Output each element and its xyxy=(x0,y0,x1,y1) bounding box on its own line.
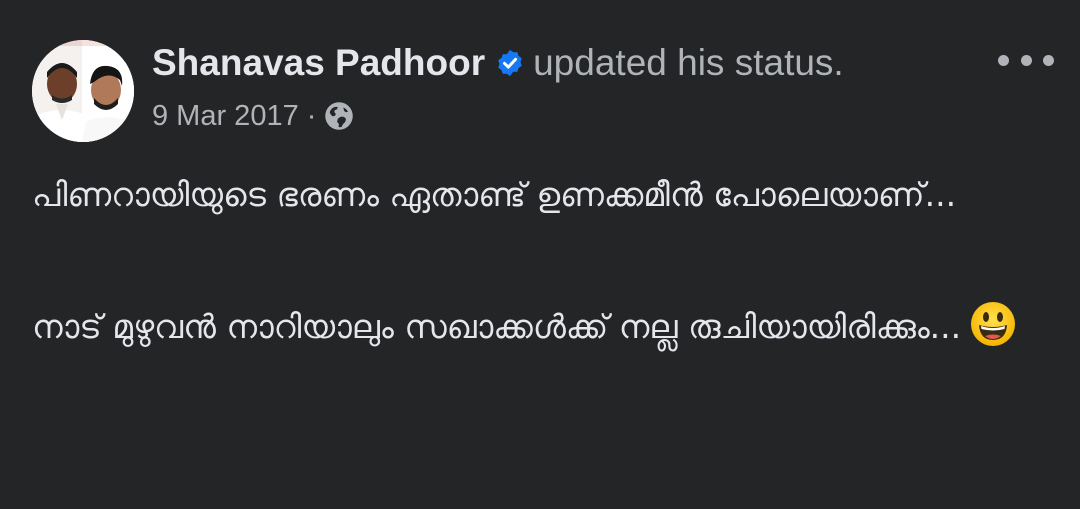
post-paragraph: പിണറായിയുടെ ഭരണം ഏതാണ്ട് ഉണക്കമീൻ പോലെയാ… xyxy=(32,175,957,214)
post-paragraph-text: നാട് മുഴുവൻ നാറിയാലും സഖാക്കൾക്ക് നല്ല ര… xyxy=(32,307,962,346)
more-dot-icon xyxy=(998,54,1009,66)
post-body: പിണറായിയുടെ ഭരണം ഏതാണ്ട് ഉണക്കമീൻ പോലെയാ… xyxy=(32,165,1032,356)
verified-badge-icon xyxy=(498,49,522,77)
status-post: Shanavas Padhoor updated his status. 9 Ma… xyxy=(0,0,1080,509)
post-timestamp[interactable]: 9 Mar 2017 xyxy=(152,100,299,133)
meta-separator: · xyxy=(306,99,317,132)
post-paragraph-with-emoji: നാട് മുഴുവൻ നാറിയാലും സഖാക്കൾക്ക് നല്ല ര… xyxy=(32,297,1032,356)
more-dot-icon xyxy=(1043,54,1054,66)
avatar-photo xyxy=(32,40,134,142)
author-name-link[interactable]: Shanavas Padhoor xyxy=(152,42,485,83)
more-options-button[interactable] xyxy=(998,44,1054,76)
more-dot-icon xyxy=(1020,54,1032,66)
post-meta: 9 Mar 2017 · xyxy=(152,96,354,136)
author-avatar[interactable] xyxy=(32,40,134,142)
grinning-face-emoji xyxy=(971,302,1016,346)
globe-icon[interactable] xyxy=(324,101,354,131)
post-header-line: Shanavas Padhoor updated his status. xyxy=(152,38,844,88)
post-action-text: updated his status. xyxy=(533,42,844,83)
